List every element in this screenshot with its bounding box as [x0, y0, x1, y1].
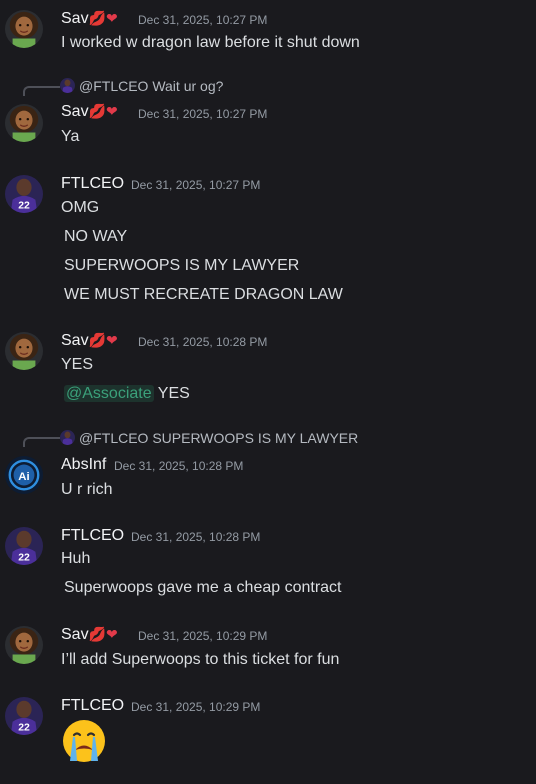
username-ftlceo[interactable]: FTLCEO: [61, 527, 124, 545]
message-text: Ya: [61, 128, 80, 145]
reply-avatar[interactable]: [60, 430, 75, 445]
username-sav[interactable]: Sav💋❤: [61, 332, 118, 350]
username-ftlceo[interactable]: FTLCEO: [61, 175, 124, 193]
avatar[interactable]: [5, 332, 43, 370]
message-text: NO WAY: [64, 228, 128, 245]
heart-icon: ❤: [106, 626, 118, 642]
lips-icon: 💋: [88, 626, 107, 642]
timestamp: Dec 31, 2025, 10:27 PM: [131, 178, 261, 192]
timestamp: Dec 31, 2025, 10:27 PM: [138, 107, 268, 121]
message-text: @Associate YES: [64, 384, 190, 404]
timestamp: Dec 31, 2025, 10:27 PM: [138, 13, 268, 27]
timestamp: Dec 31, 2025, 10:28 PM: [114, 459, 244, 473]
username-text: Sav: [61, 626, 89, 643]
avatar[interactable]: 22: [5, 697, 43, 735]
avatar[interactable]: 22: [5, 527, 43, 565]
message-text: Huh: [61, 550, 91, 567]
heart-icon: ❤: [106, 332, 118, 348]
lips-icon: 💋: [88, 10, 107, 26]
message-text: I worked w dragon law before it shut dow…: [61, 34, 360, 51]
reply-connector: [23, 86, 60, 96]
message-text: Superwoops gave me a cheap contract: [64, 579, 342, 596]
username-text: Sav: [61, 332, 89, 349]
message-text: YES: [61, 356, 94, 373]
avatar[interactable]: [5, 104, 43, 142]
username-ftlceo[interactable]: FTLCEO: [61, 697, 124, 715]
heart-icon: ❤: [106, 103, 118, 119]
timestamp: Dec 31, 2025, 10:29 PM: [131, 700, 261, 714]
username-sav[interactable]: Sav💋❤: [61, 10, 118, 28]
message-text: WE MUST RECREATE DRAGON LAW: [64, 286, 343, 303]
avatar[interactable]: [5, 10, 43, 48]
timestamp: Dec 31, 2025, 10:29 PM: [138, 629, 268, 643]
username-sav[interactable]: Sav💋❤: [61, 626, 118, 644]
message-text: U r rich: [61, 481, 113, 498]
logo-text: Ai: [18, 471, 29, 483]
avatar[interactable]: 22: [5, 175, 43, 213]
jersey-number: 22: [18, 200, 30, 211]
jersey-number: 22: [18, 722, 30, 733]
message-text: I’ll add Superwoops to this ticket for f…: [61, 651, 340, 668]
message-text: SUPERWOOPS IS MY LAWYER: [64, 257, 300, 274]
lips-icon: 💋: [88, 103, 107, 119]
timestamp: Dec 31, 2025, 10:28 PM: [131, 530, 261, 544]
message-text: YES: [157, 385, 190, 402]
username-absinf[interactable]: AbsInf: [61, 456, 106, 474]
reply-preview[interactable]: @FTLCEO Wait ur og?: [79, 78, 223, 94]
heart-icon: ❤: [106, 10, 118, 26]
username-text: Sav: [61, 10, 89, 27]
user-mention[interactable]: @Associate: [64, 385, 154, 402]
message-text: OMG: [61, 199, 100, 216]
lips-icon: 💋: [88, 332, 107, 348]
username-text: Sav: [61, 103, 89, 120]
reply-preview[interactable]: @FTLCEO SUPERWOOPS IS MY LAWYER: [79, 430, 358, 446]
timestamp: Dec 31, 2025, 10:28 PM: [138, 335, 268, 349]
reply-connector: [23, 437, 60, 447]
crying-face-icon[interactable]: [60, 717, 108, 765]
reply-avatar[interactable]: [60, 78, 75, 93]
jersey-number: 22: [18, 552, 30, 563]
username-sav[interactable]: Sav💋❤: [61, 103, 118, 121]
avatar[interactable]: [5, 626, 43, 664]
avatar[interactable]: Ai: [5, 456, 43, 494]
